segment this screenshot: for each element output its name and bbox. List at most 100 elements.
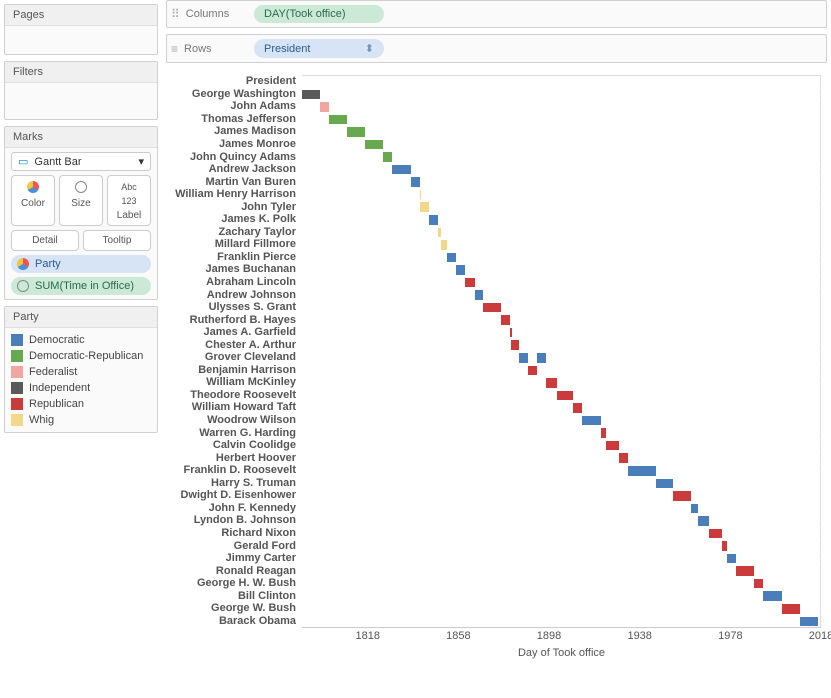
gantt-row: John Adams (172, 100, 821, 113)
row-track (302, 439, 821, 452)
filters-panel: Filters (4, 61, 158, 120)
row-label: Thomas Jefferson (172, 113, 302, 125)
gantt-bar[interactable] (673, 491, 691, 501)
gantt-bar[interactable] (601, 428, 607, 438)
legend-label: Independent (29, 382, 90, 394)
gantt-row: William McKinley (172, 376, 821, 389)
gantt-bar[interactable] (557, 391, 574, 401)
gantt-bar[interactable] (709, 529, 722, 539)
gantt-row: Dwight D. Eisenhower (172, 489, 821, 502)
gantt-bar[interactable] (582, 416, 600, 426)
gantt-bar[interactable] (763, 591, 781, 601)
gantt-bar[interactable] (475, 290, 483, 300)
legend-item[interactable]: Whig (11, 412, 151, 428)
label-button[interactable]: Abc123Label (107, 175, 151, 226)
gantt-bar[interactable] (528, 366, 537, 376)
gantt-row: Warren G. Harding (172, 426, 821, 439)
gantt-bar[interactable] (365, 140, 383, 150)
gantt-bar[interactable] (465, 278, 475, 288)
row-label: Millard Fillmore (172, 238, 302, 250)
columns-icon: ⠿ (171, 7, 180, 21)
row-label: Ulysses S. Grant (172, 301, 302, 313)
legend-item[interactable]: Republican (11, 396, 151, 412)
gantt-bar[interactable] (511, 340, 519, 350)
gantt-bar[interactable] (420, 190, 422, 200)
gantt-bar[interactable] (606, 441, 618, 451)
gantt-bar[interactable] (782, 604, 800, 614)
legend-item[interactable]: Democratic (11, 332, 151, 348)
size-button[interactable]: Size (59, 175, 103, 226)
gantt-bar[interactable] (329, 115, 347, 125)
gantt-bar[interactable] (698, 516, 710, 526)
gantt-bar[interactable] (619, 453, 628, 463)
row-label: George H. W. Bush (172, 577, 302, 589)
row-label: Woodrow Wilson (172, 414, 302, 426)
gantt-bar[interactable] (411, 177, 420, 187)
detail-button[interactable]: Detail (11, 230, 79, 251)
gantt-bar[interactable] (347, 127, 365, 137)
legend-label: Republican (29, 398, 84, 410)
gantt-bar[interactable] (420, 202, 429, 212)
gantt-row: Ulysses S. Grant (172, 301, 821, 314)
legend-label: Federalist (29, 366, 77, 378)
legend-label: Democratic (29, 334, 85, 346)
gantt-bar[interactable] (691, 504, 698, 514)
tooltip-button[interactable]: Tooltip (83, 230, 151, 251)
row-label: George Washington (172, 88, 302, 100)
gantt-bar[interactable] (656, 479, 673, 489)
filters-body[interactable] (5, 83, 157, 119)
gantt-bar[interactable] (573, 403, 582, 413)
gantt-bar[interactable] (628, 466, 656, 476)
gantt-bar[interactable] (456, 265, 465, 275)
row-track (302, 351, 821, 364)
gantt-bar[interactable] (447, 253, 456, 263)
marks-pill-sum-label: SUM(Time in Office) (35, 280, 134, 292)
gantt-bar[interactable] (546, 378, 557, 388)
row-track (302, 389, 821, 402)
gantt-row: Richard Nixon (172, 527, 821, 540)
rows-shelf[interactable]: ≡Rows President⬍ (166, 34, 827, 63)
gantt-bar[interactable] (392, 165, 410, 175)
size-icon (17, 280, 29, 292)
gantt-bar[interactable] (441, 240, 447, 250)
gantt-bar[interactable] (302, 90, 320, 100)
gantt-bar[interactable] (519, 353, 528, 363)
gantt-bar[interactable] (429, 215, 438, 225)
pages-body[interactable] (5, 26, 157, 54)
gantt-bar[interactable] (383, 152, 392, 162)
x-axis: 181818581898193819782018 (302, 627, 821, 645)
row-track (302, 514, 821, 527)
gantt-bar[interactable] (727, 554, 736, 564)
rows-pill[interactable]: President⬍ (254, 39, 384, 58)
legend-swatch (11, 414, 23, 426)
row-label: Dwight D. Eisenhower (172, 489, 302, 501)
legend-item[interactable]: Federalist (11, 364, 151, 380)
gantt-bar[interactable] (438, 228, 441, 238)
gantt-bar[interactable] (537, 353, 546, 363)
legend-label: Democratic-Republican (29, 350, 143, 362)
gantt-bar[interactable] (501, 315, 510, 325)
row-track (302, 138, 821, 151)
gantt-bar[interactable] (736, 566, 754, 576)
columns-pill[interactable]: DAY(Took office) (254, 5, 384, 23)
marks-pill-sum[interactable]: SUM(Time in Office) (11, 277, 151, 295)
row-track (302, 564, 821, 577)
legend-item[interactable]: Independent (11, 380, 151, 396)
color-button[interactable]: Color (11, 175, 55, 226)
gantt-bar[interactable] (510, 328, 512, 338)
row-label: Bill Clinton (172, 590, 302, 602)
legend-body: Democratic Democratic-Republican Federalis… (5, 328, 157, 432)
gantt-bar[interactable] (754, 579, 763, 589)
row-label: James Buchanan (172, 263, 302, 275)
gantt-bar[interactable] (800, 617, 818, 627)
row-label: Jimmy Carter (172, 552, 302, 564)
legend-item[interactable]: Democratic-Republican (11, 348, 151, 364)
marks-type-select[interactable]: ▭ Gantt Bar ▾ (11, 152, 151, 171)
row-track (302, 175, 821, 188)
gantt-bar[interactable] (483, 303, 501, 313)
gantt-row: Andrew Johnson (172, 288, 821, 301)
gantt-bar[interactable] (320, 102, 329, 112)
columns-shelf[interactable]: ⠿Columns DAY(Took office) (166, 0, 827, 28)
marks-pill-party[interactable]: Party (11, 255, 151, 273)
gantt-bar[interactable] (722, 541, 727, 551)
